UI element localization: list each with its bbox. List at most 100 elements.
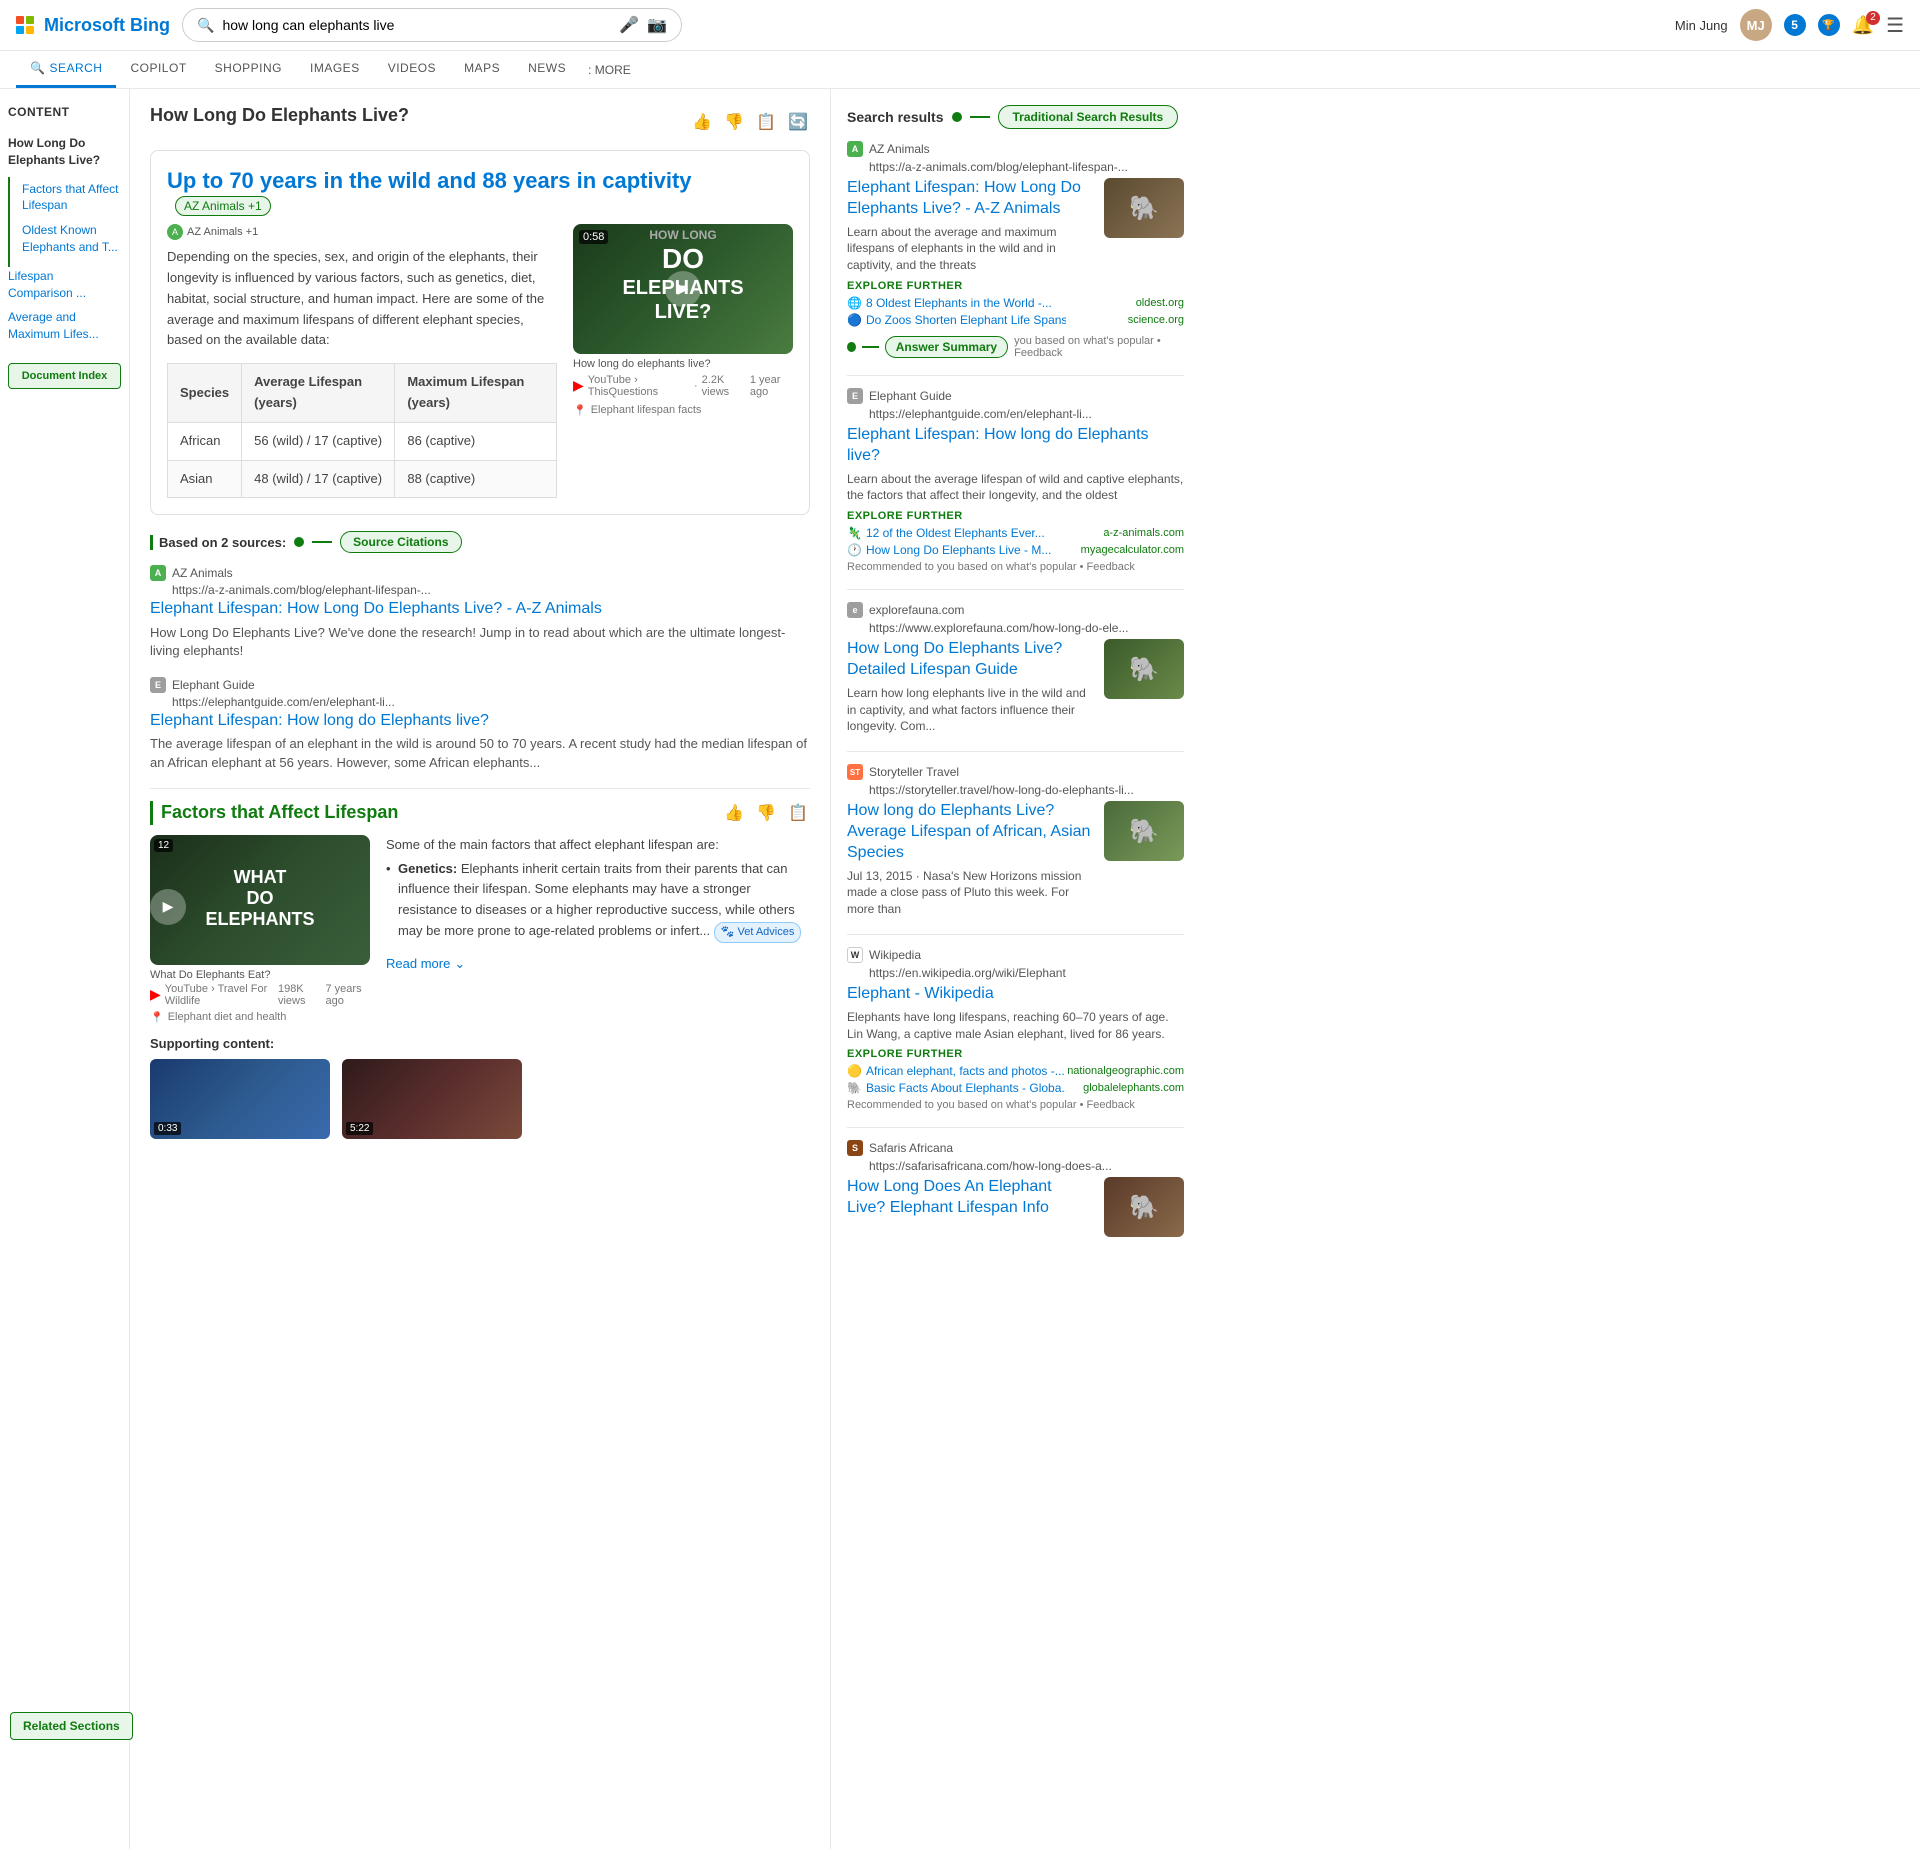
wiki-explore-link-2-text[interactable]: Basic Facts About Elephants - Globa... — [866, 1081, 1066, 1095]
eg-source-link[interactable]: Elephant Lifespan: How long do Elephants… — [150, 712, 489, 729]
search-input[interactable] — [222, 17, 611, 33]
wiki-explore-link-1[interactable]: 🟡 African elephant, facts and photos -..… — [847, 1064, 1065, 1078]
answer-summary-badge[interactable]: Answer Summary — [885, 336, 1008, 358]
az-source-link[interactable]: Elephant Lifespan: How Long Do Elephants… — [150, 600, 602, 617]
answer-summary-line — [862, 346, 879, 348]
explore-link-1[interactable]: 🌐 8 Oldest Elephants in the World -... — [847, 296, 1052, 310]
read-more-label: Read more — [386, 954, 450, 975]
nav-shopping[interactable]: SHOPPING — [201, 51, 296, 88]
eg-explore-links: 🦎 12 of the Oldest Elephants Ever... a-z… — [847, 526, 1184, 557]
notification-bell[interactable]: 🔔 2 — [1852, 15, 1874, 36]
eg-explore-link-2-text[interactable]: How Long Do Elephants Live - M... — [866, 543, 1051, 557]
az-result-desc: Learn about the average and maximum life… — [847, 224, 1094, 274]
eg-explore-link-1-text[interactable]: 12 of the Oldest Elephants Ever... — [866, 526, 1045, 540]
sidebar-item-oldest[interactable]: Oldest Known Elephants and T... — [16, 218, 121, 260]
az-source-name: AZ Animals — [172, 566, 233, 580]
explore-link-row: 🌐 8 Oldest Elephants in the World -... o… — [847, 296, 1184, 310]
factors-copy[interactable]: 📋 — [786, 801, 810, 825]
nav-videos[interactable]: VIDEOS — [374, 51, 450, 88]
table-header-maximum: Maximum Lifespan (years) — [395, 364, 557, 423]
globe-icon-1: 🌐 — [847, 296, 862, 310]
video-time-ago: 1 year ago — [750, 374, 793, 398]
eg-result-link[interactable]: Elephant Lifespan: How long do Elephants… — [847, 426, 1149, 464]
wiki-explore-link-1-text[interactable]: African elephant, facts and photos -... — [866, 1064, 1065, 1078]
explore-link-2-text[interactable]: Do Zoos Shorten Elephant Life Spans? — [866, 313, 1066, 327]
avatar: MJ — [1740, 9, 1772, 41]
az-url: https://a-z-animals.com/blog/elephant-li… — [172, 583, 810, 597]
microphone-icon[interactable]: 🎤 — [619, 15, 639, 35]
thumb-item-1[interactable]: 0:33 — [150, 1059, 330, 1139]
answer-summary-dot — [847, 342, 856, 352]
sidebar-item-comparison[interactable]: Lifespan Comparison ... — [8, 264, 121, 306]
vet-badge[interactable]: 🐾 Vet Advices — [714, 922, 802, 944]
copy-button[interactable]: 📋 — [754, 110, 778, 134]
answer-source-badge[interactable]: AZ Animals +1 — [175, 196, 271, 216]
video-play-button[interactable]: ▶ — [665, 271, 701, 307]
menu-icon[interactable]: ☰ — [1886, 13, 1904, 38]
vet-label: Vet Advices — [737, 924, 794, 942]
wiki-result-link[interactable]: Elephant - Wikipedia — [847, 985, 994, 1002]
ef-result-link[interactable]: How Long Do Elephants Live? Detailed Lif… — [847, 640, 1062, 678]
nav-copilot[interactable]: COPILOT — [116, 51, 200, 88]
st-result-favicon: ST — [847, 764, 863, 780]
result-card-wiki: W Wikipedia https://en.wikipedia.org/wik… — [847, 947, 1184, 1111]
divider-4 — [847, 934, 1184, 935]
nav-search-label: SEARCH — [49, 61, 102, 75]
trad-results-badge[interactable]: Traditional Search Results — [998, 105, 1179, 129]
related-sections-badge[interactable]: Related Sections — [10, 1712, 133, 1740]
badge-count: 5 — [1784, 14, 1806, 36]
safaris-result-text: How Long Does An Elephant Live? Elephant… — [847, 1177, 1094, 1219]
video-channel: YouTube › ThisQuestions — [588, 374, 690, 398]
factors-video-box[interactable]: 12 WHAT DO ELEPHANTS ▶ — [150, 835, 370, 965]
safaris-result-link[interactable]: How Long Does An Elephant Live? Elephant… — [847, 1178, 1052, 1216]
explore-link-1-text[interactable]: 8 Oldest Elephants in the World -... — [866, 296, 1052, 310]
eg-explore-link-2[interactable]: 🕐 How Long Do Elephants Live - M... — [847, 543, 1051, 557]
source-badge-label: AZ Animals +1 — [187, 224, 258, 242]
factors-thumbs-up[interactable]: 👍 — [722, 801, 746, 825]
green-dot — [294, 537, 304, 547]
doc-index-button[interactable]: Document Index — [8, 363, 121, 389]
wiki-explore-domain-1: nationalgeographic.com — [1067, 1065, 1184, 1077]
table-row: African 56 (wild) / 17 (captive) 86 (cap… — [168, 422, 557, 460]
nav-search[interactable]: 🔍 SEARCH — [16, 51, 116, 88]
factors-bullet-list: Genetics: Elephants inherit certain trai… — [386, 856, 810, 947]
eg-result-favicon: E — [847, 388, 863, 404]
read-more-button[interactable]: Read more ⌄ — [386, 954, 810, 975]
source-citations-badge[interactable]: Source Citations — [340, 531, 461, 553]
source-card-eg: E Elephant Guide https://elephantguide.c… — [150, 677, 810, 772]
wiki-result-favicon: W — [847, 947, 863, 963]
st-result-link[interactable]: How long do Elephants Live? Average Life… — [847, 802, 1090, 861]
thumbs-up-button[interactable]: 👍 — [690, 110, 714, 134]
camera-icon[interactable]: 📷 — [647, 15, 667, 35]
thumb-item-2[interactable]: 5:22 — [342, 1059, 522, 1139]
sidebar-item-factors[interactable]: Factors that Affect Lifespan — [16, 177, 121, 219]
eg-explore-link-1[interactable]: 🦎 12 of the Oldest Elephants Ever... — [847, 526, 1045, 540]
eg-explore-link-row-2: 🕐 How Long Do Elephants Live - M... myag… — [847, 543, 1184, 557]
wiki-explore-link-2[interactable]: 🐘 Basic Facts About Elephants - Globa... — [847, 1081, 1066, 1095]
safaris-result-favicon: S — [847, 1140, 863, 1156]
thumbs-down-button[interactable]: 👎 — [722, 110, 746, 134]
explore-domain-2: science.org — [1128, 314, 1184, 326]
nav-more[interactable]: : MORE — [580, 53, 639, 87]
source-tag: A AZ Animals +1 — [167, 224, 557, 242]
explore-link-2[interactable]: 🔵 Do Zoos Shorten Elephant Life Spans? — [847, 313, 1066, 327]
factors-video-subtitle: What Do Elephants Eat? — [150, 969, 370, 981]
video-box[interactable]: 0:58 HOW LONG DO ELEPHANTS LIVE? ▶ — [573, 224, 793, 354]
sidebar-item-average[interactable]: Average and Maximum Lifes... — [8, 305, 121, 347]
reward-badge[interactable]: 🏆 — [1818, 14, 1840, 36]
az-result-link[interactable]: Elephant Lifespan: How Long Do Elephants… — [847, 179, 1081, 217]
nav-images-label: IMAGES — [310, 61, 360, 75]
species-african: African — [168, 422, 242, 460]
ef-result-with-image: How Long Do Elephants Live? Detailed Lif… — [847, 639, 1184, 735]
nav-images[interactable]: IMAGES — [296, 51, 374, 88]
search-box[interactable]: 🔍 🎤 📷 — [182, 8, 682, 42]
refresh-button[interactable]: 🔄 — [786, 110, 810, 134]
safaris-result-url: https://safarisafricana.com/how-long-doe… — [869, 1159, 1184, 1173]
nav-news[interactable]: NEWS — [514, 51, 580, 88]
factors-play-button[interactable]: ▶ — [150, 889, 186, 925]
factors-thumbs-down[interactable]: 👎 — [754, 801, 778, 825]
section-line — [150, 801, 153, 825]
sidebar-item-how-long[interactable]: How Long Do Elephants Live? — [8, 131, 121, 173]
factors-heading-row: Factors that Affect Lifespan 👍 👎 📋 — [150, 801, 810, 825]
nav-maps[interactable]: MAPS — [450, 51, 514, 88]
